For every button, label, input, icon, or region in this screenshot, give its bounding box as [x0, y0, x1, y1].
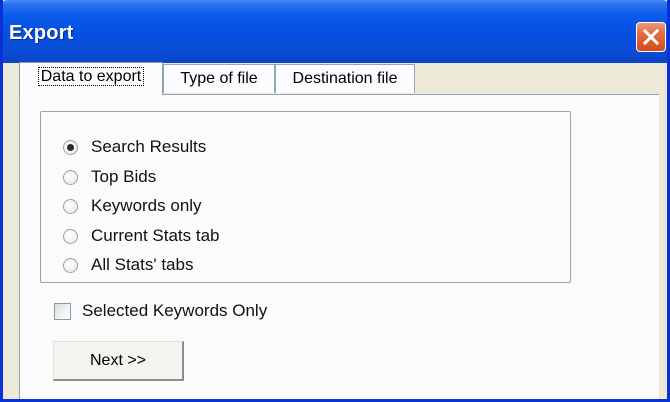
next-button[interactable]: Next >> — [53, 341, 184, 381]
radio-button[interactable] — [63, 229, 78, 244]
radio-label: Top Bids — [91, 167, 157, 186]
radio-label: Current Stats tab — [91, 226, 220, 245]
tab-panel-data-to-export: Search Results Top Bids Keywords only Cu… — [19, 94, 659, 399]
title-bar[interactable]: Export — [3, 0, 667, 63]
tab-data-to-export[interactable]: Data to export — [19, 62, 163, 95]
radio-button[interactable] — [63, 258, 78, 273]
close-icon — [643, 29, 659, 45]
checkbox-label: Selected Keywords Only — [82, 301, 268, 320]
tab-label: Destination file — [292, 70, 398, 87]
radio-button[interactable] — [63, 170, 78, 185]
tab-destination-file[interactable]: Destination file — [275, 64, 415, 93]
tab-label: Type of file — [180, 70, 258, 87]
close-button[interactable] — [636, 22, 666, 52]
export-dialog: Export Data to export Type of file Desti… — [0, 0, 670, 402]
export-options-group: Search Results Top Bids Keywords only Cu… — [40, 111, 571, 283]
radio-label: Search Results — [91, 137, 207, 156]
radio-label: Keywords only — [91, 196, 202, 215]
radio-button[interactable] — [63, 140, 78, 155]
window-title: Export — [9, 22, 74, 44]
selected-keywords-only-checkbox[interactable] — [54, 303, 71, 320]
tab-label: Data to export — [37, 67, 145, 86]
radio-button[interactable] — [63, 199, 78, 214]
tab-type-of-file[interactable]: Type of file — [163, 64, 275, 93]
radio-label: All Stats' tabs — [91, 255, 194, 274]
